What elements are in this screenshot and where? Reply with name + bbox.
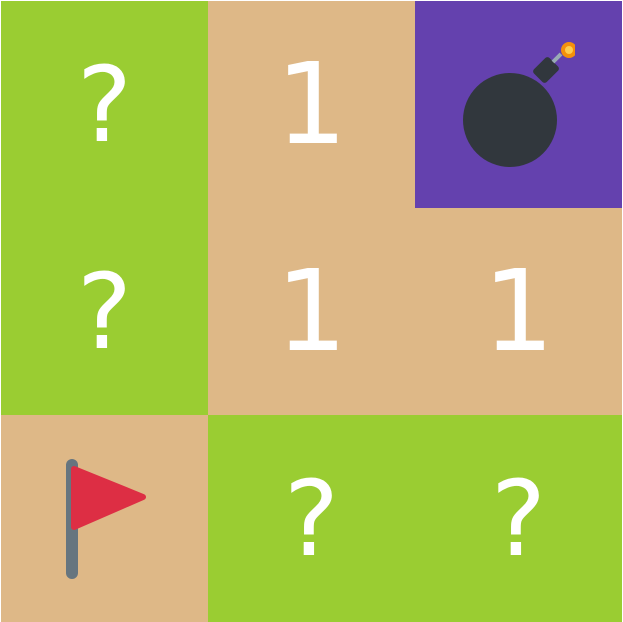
flag-icon <box>63 457 147 581</box>
cell-r2-c1[interactable]: ? <box>1 208 208 415</box>
cell-r1-c3[interactable] <box>415 1 622 208</box>
bomb-icon <box>462 41 575 168</box>
cell-r2-c2[interactable]: 1 <box>208 208 415 415</box>
minesweeper-board: ? 1 ? 1 1 ? ? <box>0 0 623 622</box>
cell-label: ? <box>76 250 133 373</box>
cell-label: ? <box>76 43 133 166</box>
cell-r3-c1[interactable] <box>1 415 208 622</box>
cell-label: 1 <box>275 246 348 377</box>
cell-label: 1 <box>275 39 348 170</box>
cell-r3-c3[interactable]: ? <box>415 415 622 622</box>
cell-label: 1 <box>482 246 555 377</box>
cell-label: ? <box>490 457 547 580</box>
cell-r1-c1[interactable]: ? <box>1 1 208 208</box>
cell-r3-c2[interactable]: ? <box>208 415 415 622</box>
cell-r2-c3[interactable]: 1 <box>415 208 622 415</box>
cell-r1-c2[interactable]: 1 <box>208 1 415 208</box>
cell-label: ? <box>283 457 340 580</box>
